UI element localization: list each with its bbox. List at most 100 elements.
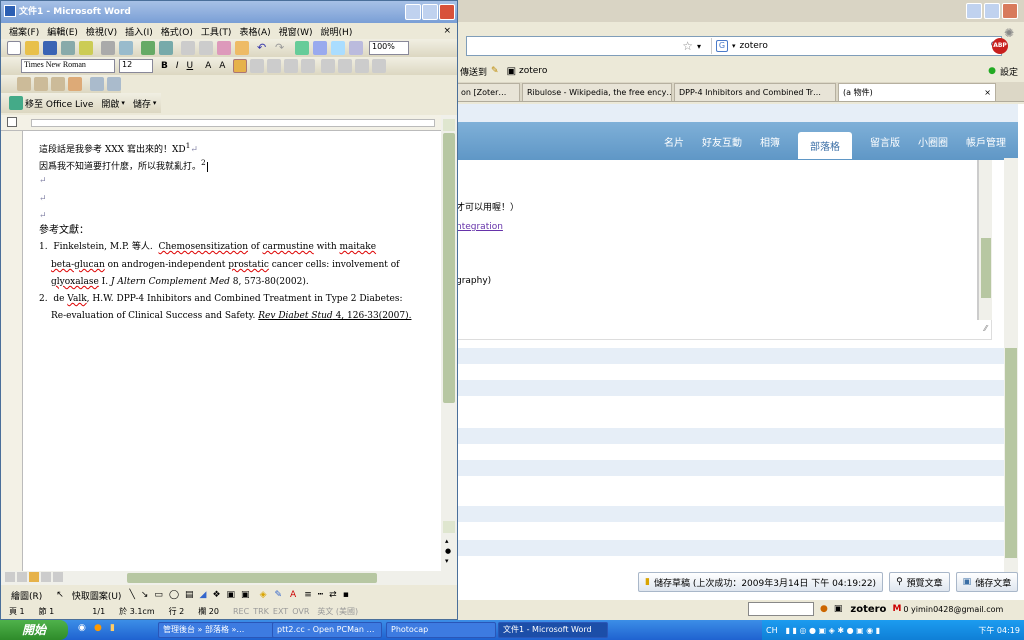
picture-icon[interactable]: ▣ xyxy=(241,590,250,600)
word-maximize-button[interactable] xyxy=(422,4,438,20)
normal-view-icon[interactable] xyxy=(5,572,15,582)
firefox-quicklaunch-icon[interactable]: ● xyxy=(94,623,102,633)
word-vertical-scrollbar[interactable]: ▴ ● ▾ xyxy=(441,115,457,571)
wordart-icon[interactable]: ◢ xyxy=(200,590,207,600)
document-page[interactable] xyxy=(23,131,441,571)
zotero-status[interactable]: zotero xyxy=(850,604,886,615)
settings-menu[interactable]: 設定 xyxy=(1000,65,1018,78)
menu-tools[interactable]: 工具(T) xyxy=(201,25,232,38)
menu-help[interactable]: 說明(H) xyxy=(321,25,353,38)
arrow-icon[interactable]: ↘ xyxy=(141,590,149,600)
prev-page-icon[interactable]: ▴ xyxy=(445,537,449,545)
send-to-button[interactable]: 傳送到 xyxy=(460,65,487,78)
hyperlink-icon[interactable] xyxy=(295,41,309,55)
h-scroll-thumb[interactable] xyxy=(127,573,377,583)
permission-icon[interactable] xyxy=(61,41,75,55)
align-center-button[interactable] xyxy=(250,59,265,73)
nav-blog[interactable]: 部落格 xyxy=(798,131,852,159)
scroll-thumb[interactable] xyxy=(981,238,991,298)
new-icon[interactable] xyxy=(7,41,21,55)
bullets-button[interactable] xyxy=(338,59,353,73)
zoom-select[interactable]: 100% xyxy=(369,41,409,55)
open-icon[interactable] xyxy=(25,41,39,55)
save-icon[interactable] xyxy=(43,41,57,55)
reading-view-icon[interactable] xyxy=(53,572,63,582)
font-select[interactable]: Times New Roman xyxy=(21,59,115,73)
bold-button[interactable]: B xyxy=(161,61,168,71)
copy-icon[interactable] xyxy=(199,41,213,55)
oval-icon[interactable]: ◯ xyxy=(169,590,179,600)
review-icon-5[interactable] xyxy=(90,77,104,91)
italic-button[interactable]: I xyxy=(176,61,179,71)
menu-file[interactable]: 檔案(F) xyxy=(9,25,39,38)
menu-insert[interactable]: 插入(I) xyxy=(125,25,153,38)
review-icon-3[interactable] xyxy=(51,77,65,91)
status-rec[interactable]: REC xyxy=(233,607,249,616)
tables-icon[interactable] xyxy=(313,41,327,55)
search-box[interactable]: G ▾ zotero ⚲ xyxy=(711,38,1001,54)
menu-window[interactable]: 視窗(W) xyxy=(279,25,313,38)
numbering-button[interactable] xyxy=(321,59,336,73)
menu-table[interactable]: 表格(A) xyxy=(239,25,270,38)
select-objects-icon[interactable]: ↖ xyxy=(56,590,64,600)
line-icon[interactable]: ╲ xyxy=(129,590,134,600)
diagram-icon[interactable]: ❖ xyxy=(212,590,220,600)
page-scrollbar[interactable] xyxy=(1004,158,1018,578)
underline-button[interactable]: U xyxy=(187,61,194,71)
close-tab-icon[interactable]: × xyxy=(984,88,991,97)
tab-selector[interactable] xyxy=(7,117,17,127)
page-scroll-thumb[interactable] xyxy=(1005,348,1017,558)
insert-table-icon[interactable] xyxy=(331,41,345,55)
draw-menu[interactable]: 繪圖(R) xyxy=(11,589,42,602)
textbox-icon[interactable]: ▤ xyxy=(185,590,194,600)
status-ext[interactable]: EXT xyxy=(273,607,288,616)
url-bar[interactable]: ☆ ▾ G ▾ zotero ⚲ xyxy=(466,36,1002,56)
print-icon[interactable] xyxy=(101,41,115,55)
scroll-thumb[interactable] xyxy=(443,133,455,403)
rectangle-icon[interactable]: ▭ xyxy=(154,590,163,600)
align-left-button[interactable] xyxy=(233,59,248,73)
menu-edit[interactable]: 編輯(E) xyxy=(47,25,78,38)
nav-account[interactable]: 帳戶管理 xyxy=(966,134,1006,149)
char-scale-icon[interactable]: A xyxy=(219,61,225,71)
preview-icon[interactable] xyxy=(119,41,133,55)
editor-scrollbar[interactable] xyxy=(978,160,992,320)
save-dropdown-icon[interactable]: ▾ xyxy=(153,99,157,107)
research-icon[interactable] xyxy=(159,41,173,55)
search-input[interactable]: zotero xyxy=(740,41,768,51)
paste-icon[interactable] xyxy=(217,41,231,55)
line-color-icon[interactable]: ✎ xyxy=(274,590,282,600)
word-minimize-button[interactable] xyxy=(405,4,421,20)
font-color-icon[interactable]: A xyxy=(290,590,296,600)
start-button[interactable]: 開始 xyxy=(0,620,68,640)
autoshapes-menu[interactable]: 快取圖案(U) xyxy=(72,589,122,602)
align-right-button[interactable] xyxy=(267,59,282,73)
review-icon-2[interactable] xyxy=(34,77,48,91)
engine-dropdown-icon[interactable]: ▾ xyxy=(732,42,736,50)
redo-icon[interactable]: ↷ xyxy=(275,41,289,55)
status-field[interactable] xyxy=(748,602,814,616)
nav-album[interactable]: 相簿 xyxy=(760,134,780,149)
star-icon[interactable]: ☆ xyxy=(682,39,693,53)
adblock-icon[interactable]: ABP xyxy=(992,38,1008,54)
publish-button[interactable]: ▣ 儲存文章 xyxy=(955,572,1019,592)
task-word[interactable]: 文件1 - Microsoft Word xyxy=(498,622,608,638)
cut-icon[interactable] xyxy=(181,41,195,55)
columns-icon[interactable] xyxy=(349,41,363,55)
nav-guestbook[interactable]: 留言版 xyxy=(870,134,900,149)
language-indicator[interactable]: CH xyxy=(766,626,778,635)
review-icon-1[interactable] xyxy=(17,77,31,91)
review-icon-6[interactable] xyxy=(107,77,121,91)
post-editor[interactable]: 才可以用喔！） ntegration graphy) xyxy=(456,160,978,320)
line-style-icon[interactable]: ≡ xyxy=(304,590,312,600)
status-ovr[interactable]: OVR xyxy=(292,607,309,616)
fill-color-icon[interactable]: ◈ xyxy=(260,590,267,600)
dash-style-icon[interactable]: ┅ xyxy=(318,590,323,600)
outdent-button[interactable] xyxy=(355,59,370,73)
indent-button[interactable] xyxy=(372,59,387,73)
open-dropdown-icon[interactable]: ▾ xyxy=(121,99,125,107)
editor-link[interactable]: ntegration xyxy=(456,222,503,232)
line-spacing-button[interactable] xyxy=(301,59,316,73)
clipart-icon[interactable]: ▣ xyxy=(227,590,236,600)
menu-view[interactable]: 檢視(V) xyxy=(86,25,117,38)
